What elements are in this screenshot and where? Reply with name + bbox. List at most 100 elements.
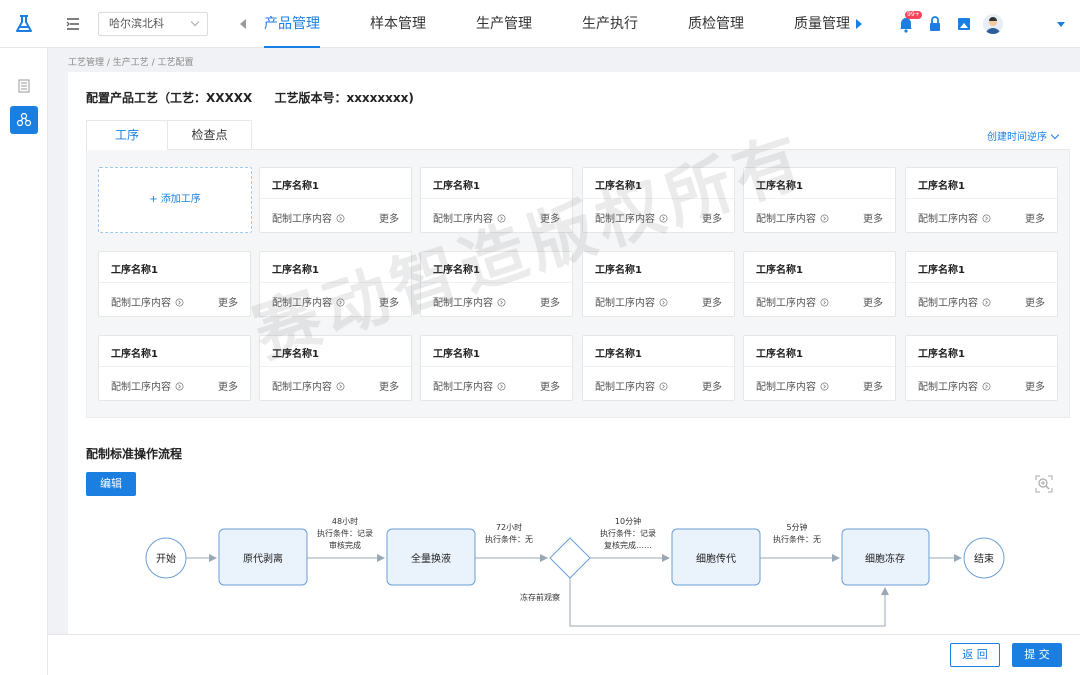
step-card-more-button[interactable]: 更多: [540, 294, 560, 309]
tab-checkpoints[interactable]: 检查点: [168, 120, 252, 150]
step-card-name: 工序名称1: [272, 181, 319, 192]
step-card[interactable]: 工序名称1 配制工序内容 更多: [743, 335, 896, 401]
step-card-desc[interactable]: 配制工序内容: [918, 210, 991, 225]
nav-product[interactable]: 产品管理: [264, 0, 320, 48]
step-card-more-button[interactable]: 更多: [1025, 378, 1045, 393]
step-card-desc[interactable]: 配制工序内容: [595, 210, 668, 225]
flow-node-step2[interactable]: 全量换液: [386, 528, 476, 586]
step-card-more-button[interactable]: 更多: [218, 294, 238, 309]
step-card[interactable]: 工序名称1 配制工序内容 更多: [259, 167, 412, 233]
step-card-desc[interactable]: 配制工序内容: [433, 294, 506, 309]
chevron-right-circle-icon: [659, 382, 668, 391]
step-card-more-button[interactable]: 更多: [863, 294, 883, 309]
nav-qc[interactable]: 质检管理: [688, 0, 744, 48]
step-card[interactable]: 工序名称1 配制工序内容 更多: [582, 251, 735, 317]
step-card[interactable]: 工序名称1 配制工序内容 更多: [98, 335, 251, 401]
tab-steps[interactable]: 工序: [86, 120, 168, 151]
step-card-desc[interactable]: 配制工序内容: [918, 294, 991, 309]
step-card[interactable]: 工序名称1 配制工序内容 更多: [905, 251, 1058, 317]
step-card-desc[interactable]: 配制工序内容: [918, 378, 991, 393]
user-menu-caret-icon[interactable]: [1057, 22, 1065, 27]
add-step-button[interactable]: + 添加工序: [98, 167, 252, 233]
step-card-more-button[interactable]: 更多: [702, 210, 722, 225]
breadcrumb: 工艺管理 / 生产工艺 / 工艺配置: [68, 58, 194, 68]
step-card[interactable]: 工序名称1 配制工序内容 更多: [905, 167, 1058, 233]
chevron-right-circle-icon: [820, 298, 829, 307]
step-card[interactable]: 工序名称1 配制工序内容 更多: [420, 167, 573, 233]
header-icons: 99+: [896, 11, 1012, 34]
flow-node-decision[interactable]: [549, 537, 591, 579]
chevron-right-circle-icon: [336, 298, 345, 307]
zoom-in-icon[interactable]: [1034, 474, 1054, 494]
step-card-desc[interactable]: 配制工序内容: [756, 378, 829, 393]
step-card[interactable]: 工序名称1 配制工序内容 更多: [420, 251, 573, 317]
lock-icon: [930, 16, 940, 31]
step-card-desc[interactable]: 配制工序内容: [272, 210, 345, 225]
flow-node-start[interactable]: 开始: [145, 537, 187, 579]
step-card-more-button[interactable]: 更多: [1025, 210, 1045, 225]
step-card-more-button[interactable]: 更多: [863, 378, 883, 393]
step-card-divider: [906, 366, 1057, 367]
flow-node-step4[interactable]: 细胞冻存: [841, 528, 930, 586]
menu-toggle-icon[interactable]: [66, 17, 80, 31]
step-card-more-button[interactable]: 更多: [379, 210, 399, 225]
step-card-more-button[interactable]: 更多: [218, 378, 238, 393]
step-card-desc[interactable]: 配制工序内容: [595, 378, 668, 393]
step-card-desc[interactable]: 配制工序内容: [756, 294, 829, 309]
back-button[interactable]: 返 回: [950, 643, 1000, 667]
step-card-more-button[interactable]: 更多: [540, 378, 560, 393]
step-card-more-button[interactable]: 更多: [379, 294, 399, 309]
step-card[interactable]: 工序名称1 配制工序内容 更多: [259, 251, 412, 317]
sort-dropdown[interactable]: 创建时间逆序: [987, 128, 1060, 143]
step-card-name: 工序名称1: [595, 349, 642, 360]
step-card-more-button[interactable]: 更多: [540, 210, 560, 225]
factory-select[interactable]: 哈尔滨北科: [98, 12, 208, 36]
step-card-more-button[interactable]: 更多: [702, 294, 722, 309]
nav-prev-icon[interactable]: [240, 19, 246, 29]
nav-execution[interactable]: 生产执行: [582, 0, 638, 48]
sop-flowchart: 开始 结束 原代剥离 全量换液 细胞传代 细胞冻存 48小时 执行条件：记录 审…: [145, 516, 1005, 627]
top-nav: 产品管理 样本管理 生产管理 生产执行 质检管理 质量管理: [264, 0, 900, 48]
step-card[interactable]: 工序名称1 配制工序内容 更多: [582, 167, 735, 233]
step-card-divider: [906, 282, 1057, 283]
step-card[interactable]: 工序名称1 配制工序内容 更多: [905, 335, 1058, 401]
step-card-more-button[interactable]: 更多: [379, 378, 399, 393]
lock-button[interactable]: [925, 14, 945, 34]
step-card-desc[interactable]: 配制工序内容: [111, 378, 184, 393]
step-card[interactable]: 工序名称1 配制工序内容 更多: [259, 335, 412, 401]
edit-button[interactable]: 编辑: [86, 472, 136, 496]
step-card-more-button[interactable]: 更多: [702, 378, 722, 393]
step-card-desc[interactable]: 配制工序内容: [111, 294, 184, 309]
nav-sample[interactable]: 样本管理: [370, 0, 426, 48]
step-card-desc[interactable]: 配制工序内容: [595, 294, 668, 309]
step-card[interactable]: 工序名称1 配制工序内容 更多: [743, 251, 896, 317]
sidebar-item-list[interactable]: [10, 72, 38, 100]
sidebar-item-process[interactable]: [10, 106, 38, 134]
flow-node-end[interactable]: 结束: [963, 537, 1005, 579]
step-card-desc[interactable]: 配制工序内容: [272, 378, 345, 393]
step-card-desc[interactable]: 配制工序内容: [433, 378, 506, 393]
step-card-desc-label: 配制工序内容: [918, 298, 978, 309]
step-grid: + 添加工序 工序名称1 配制工序内容 更多 工序名称1 配制工序内容 更多 工序名称1 配制…: [86, 150, 1070, 418]
step-card[interactable]: 工序名称1 配制工序内容 更多: [582, 335, 735, 401]
flow-node-step1[interactable]: 原代剥离: [218, 528, 308, 586]
step-card-divider: [744, 198, 895, 199]
flow-node-step3[interactable]: 细胞传代: [671, 528, 761, 586]
step-card-desc[interactable]: 配制工序内容: [756, 210, 829, 225]
nav-production[interactable]: 生产管理: [476, 0, 532, 48]
chevron-right-circle-icon: [982, 382, 991, 391]
nav-next-icon[interactable]: [856, 19, 862, 29]
step-card-more-button[interactable]: 更多: [1025, 294, 1045, 309]
step-card-desc[interactable]: 配制工序内容: [272, 294, 345, 309]
fullscreen-button[interactable]: [954, 14, 974, 34]
avatar[interactable]: [983, 14, 1003, 34]
flask-logo-icon[interactable]: [14, 14, 34, 34]
step-card[interactable]: 工序名称1 配制工序内容 更多: [98, 251, 251, 317]
notification-button[interactable]: 99+: [896, 11, 922, 34]
step-card[interactable]: 工序名称1 配制工序内容 更多: [743, 167, 896, 233]
nav-quality[interactable]: 质量管理: [794, 0, 850, 48]
step-card-more-button[interactable]: 更多: [863, 210, 883, 225]
submit-button[interactable]: 提 交: [1012, 643, 1062, 667]
step-card-desc[interactable]: 配制工序内容: [433, 210, 506, 225]
step-card[interactable]: 工序名称1 配制工序内容 更多: [420, 335, 573, 401]
